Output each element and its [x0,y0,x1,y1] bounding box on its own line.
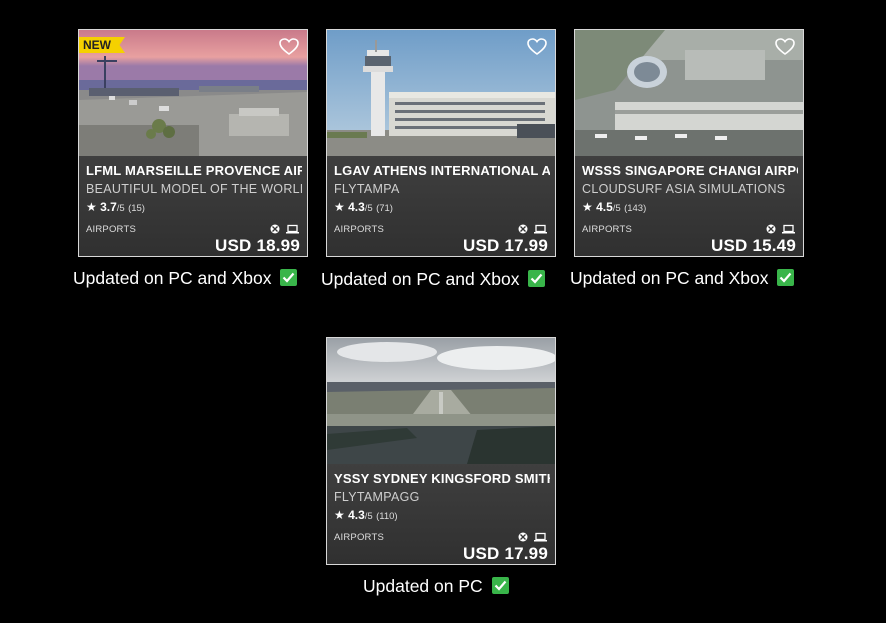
caption-text: Updated on PC and Xbox [73,268,272,288]
product-title: LFML MARSEILLE PROVENCE AIRP [86,163,302,178]
product-publisher: BEAUTIFUL MODEL OF THE WORLD [86,182,302,196]
product-card-sydney[interactable]: YSSY SYDNEY KINGSFORD SMITH FLYTAMPAGG ★… [326,337,556,565]
laptop-icon [286,224,299,234]
product-price: USD 18.99 [215,236,300,255]
laptop-icon [782,224,795,234]
product-category: AIRPORTS [334,532,384,543]
rating-value: 4.5 [596,200,613,214]
product-publisher: FLYTAMPAGG [334,490,420,504]
product-rating: ★ 4.3/5 (71) [334,200,393,214]
update-caption: Updated on PC [363,576,509,597]
star-icon: ★ [582,200,593,214]
platform-icons [518,224,547,234]
green-check-icon [280,269,298,286]
xbox-icon [518,532,528,542]
rating-suffix: /5 [364,511,373,522]
product-info: YSSY SYDNEY KINGSFORD SMITH FLYTAMPAGG ★… [327,464,555,564]
update-caption: Updated on PC and Xbox [73,268,298,289]
product-info: LGAV ATHENS INTERNATIONAL AI FLYTAMPA ★ … [327,156,555,256]
rating-value: 3.7 [100,200,117,214]
update-caption: Updated on PC and Xbox [570,268,795,289]
xbox-icon [270,224,280,234]
laptop-icon [534,532,547,542]
product-price: USD 15.49 [711,236,796,255]
caption-text: Updated on PC and Xbox [570,268,769,288]
product-price: USD 17.99 [463,236,548,255]
product-category: AIRPORTS [86,224,136,235]
product-rating: ★ 4.3/5 (110) [334,508,398,522]
product-thumbnail [575,30,803,156]
product-rating: ★ 4.5/5 (143) [582,200,646,214]
rating-count: (15) [128,203,145,214]
rating-suffix: /5 [364,203,373,214]
xbox-icon [766,224,776,234]
product-thumbnail [327,30,555,156]
product-info: LFML MARSEILLE PROVENCE AIRP BEAUTIFUL M… [79,156,307,256]
laptop-icon [534,224,547,234]
update-caption: Updated on PC and Xbox [321,269,546,290]
product-card-athens[interactable]: LGAV ATHENS INTERNATIONAL AI FLYTAMPA ★ … [326,29,556,257]
rating-count: (71) [376,203,393,214]
rating-suffix: /5 [116,203,125,214]
rating-suffix: /5 [612,203,621,214]
new-badge: NEW [79,37,125,53]
heart-outline-icon[interactable] [279,38,299,56]
rating-count: (110) [376,511,398,522]
product-rating: ★ 3.7/5 (15) [86,200,145,214]
product-category: AIRPORTS [334,224,384,235]
rating-count: (143) [624,203,647,214]
rating-value: 4.3 [348,508,365,522]
product-card-marseille[interactable]: NEW LFML MARSEILLE PROVENCE AIRP BEAUTIF… [78,29,308,257]
green-check-icon [528,270,546,287]
heart-outline-icon[interactable] [527,38,547,56]
product-thumbnail [327,338,555,464]
platform-icons [766,224,795,234]
heart-outline-icon[interactable] [775,38,795,56]
product-publisher: FLYTAMPA [334,182,400,196]
star-icon: ★ [334,508,345,522]
xbox-icon [518,224,528,234]
caption-text: Updated on PC and Xbox [321,269,520,289]
product-card-singapore[interactable]: WSSS SINGAPORE CHANGI AIRPOI CLOUDSURF A… [574,29,804,257]
green-check-icon [491,577,509,594]
product-info: WSSS SINGAPORE CHANGI AIRPOI CLOUDSURF A… [575,156,803,256]
star-icon: ★ [86,200,97,214]
platform-icons [518,532,547,542]
product-category: AIRPORTS [582,224,632,235]
product-publisher: CLOUDSURF ASIA SIMULATIONS [582,182,786,196]
rating-value: 4.3 [348,200,365,214]
green-check-icon [777,269,795,286]
product-title: WSSS SINGAPORE CHANGI AIRPOI [582,163,798,178]
platform-icons [270,224,299,234]
star-icon: ★ [334,200,345,214]
product-price: USD 17.99 [463,544,548,563]
product-title: YSSY SYDNEY KINGSFORD SMITH [334,471,550,486]
product-title: LGAV ATHENS INTERNATIONAL AI [334,163,550,178]
caption-text: Updated on PC [363,576,483,596]
